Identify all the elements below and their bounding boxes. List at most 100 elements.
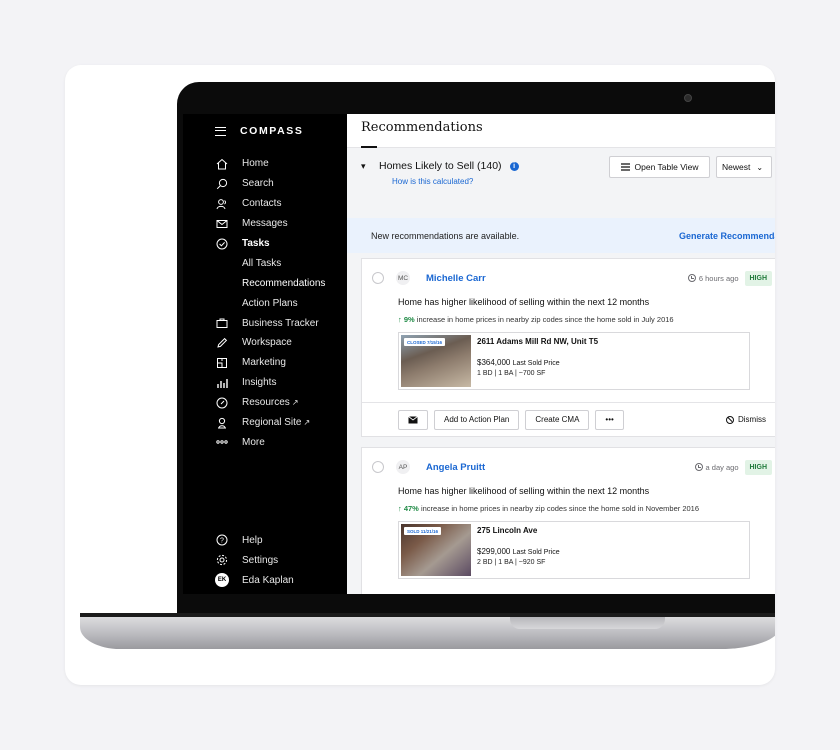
gear-icon	[215, 553, 229, 567]
collapse-chevron-icon[interactable]: ▾	[361, 161, 371, 172]
chevron-down-icon: ⌄	[756, 162, 764, 172]
contact-name-link[interactable]: Michelle Carr	[426, 273, 486, 284]
user-profile[interactable]: EK Eda Kaplan	[215, 570, 294, 590]
status-stamp: SOLD 11/21/16	[404, 527, 442, 535]
sidebar-item-label: Messages	[242, 218, 288, 230]
showcase-card: COMPASS Home Search Contacts Messages Ta…	[65, 65, 775, 685]
sidebar-subitem-all-tasks[interactable]: All Tasks	[215, 253, 347, 273]
sidebar-item-label: Search	[242, 178, 274, 190]
sidebar-item-label: Contacts	[242, 198, 282, 210]
sidebar-item-label: Help	[242, 534, 263, 546]
avatar: EK	[215, 573, 229, 588]
check-circle-icon	[215, 237, 229, 251]
recommendation-card: MC Michelle Carr 6 hours ago HIGH Home h…	[361, 258, 775, 437]
main-content: Recommendations ▾ Homes Likely to Sell (…	[347, 114, 775, 594]
likelihood-badge: HIGH	[744, 270, 772, 286]
property-card[interactable]: CLOSED 7/15/16 2611 Adams Mill Rd NW, Un…	[398, 332, 750, 390]
user-name: Eda Kaplan	[242, 574, 294, 586]
property-photo: SOLD 11/21/16	[401, 524, 471, 576]
sidebar-item-resources[interactable]: Resources ↗	[215, 393, 347, 413]
laptop-frame: COMPASS Home Search Contacts Messages Ta…	[177, 82, 775, 622]
sidebar-item-regional-site[interactable]: Regional Site ↗	[215, 413, 347, 433]
generate-recommendations-link[interactable]: Generate Recommendations	[679, 231, 775, 241]
property-card[interactable]: SOLD 11/21/16 275 Lincoln Ave $299,000 L…	[398, 521, 750, 579]
price-label: Last Sold Price	[512, 360, 560, 367]
add-to-action-plan-button[interactable]: Add to Action Plan	[434, 409, 520, 430]
list-icon	[620, 163, 630, 171]
marketing-icon	[215, 356, 229, 370]
info-icon[interactable]: i	[509, 161, 519, 171]
sidebar-item-marketing[interactable]: Marketing	[215, 353, 347, 373]
sidebar-item-contacts[interactable]: Contacts	[215, 194, 347, 214]
mail-icon	[215, 217, 229, 231]
price: $299,000 Last Sold Price	[477, 547, 560, 556]
headline: Home has higher likelihood of selling wi…	[398, 486, 650, 496]
price: $364,000 Last Sold Price	[477, 358, 598, 367]
laptop-notch	[510, 617, 665, 629]
more-options-button[interactable]: •••	[595, 409, 624, 430]
detail-text: increase in home prices in nearby zip co…	[418, 504, 700, 513]
contact-initials: AP	[396, 460, 410, 474]
timestamp-text: 6 hours ago	[698, 273, 739, 283]
bar-chart-icon	[215, 376, 229, 390]
percent-change: ↑ 9%	[398, 315, 415, 324]
sidebar-item-label: Business Tracker	[242, 317, 319, 329]
open-table-view-label: Open Table View	[634, 162, 699, 172]
svg-text:?: ?	[220, 538, 224, 545]
more-dots-icon	[215, 435, 229, 449]
sidebar-item-messages[interactable]: Messages	[215, 214, 347, 234]
page-title: Recommendations	[361, 120, 483, 135]
search-icon	[215, 177, 229, 191]
price-change-detail: ↑ 9% increase in home prices in nearby z…	[398, 315, 775, 324]
price-label: Last Sold Price	[512, 549, 560, 556]
sidebar-bottom: ? Help Settings EK Eda Kaplan	[215, 530, 294, 590]
new-recommendations-banner: New recommendations are available. Gener…	[347, 218, 775, 253]
sort-value: Newest	[722, 162, 751, 172]
sidebar-item-tasks[interactable]: Tasks	[215, 234, 347, 254]
create-cma-button[interactable]: Create CMA	[525, 409, 590, 430]
likelihood-badge: HIGH	[744, 459, 772, 475]
card-actions: Add to Action Plan Create CMA ••• Dismis…	[362, 402, 775, 436]
home-icon	[215, 157, 229, 171]
sidebar-item-workspace[interactable]: Workspace	[215, 333, 347, 353]
sidebar-item-settings[interactable]: Settings	[215, 550, 294, 570]
open-table-view-button[interactable]: Open Table View	[609, 156, 710, 178]
external-link-icon: ↗	[303, 418, 311, 428]
pen-icon	[215, 336, 229, 350]
compass-logo[interactable]: COMPASS	[240, 125, 304, 137]
recommendation-card: AP Angela Pruitt a day ago HIGH Home has…	[361, 447, 775, 594]
clock-icon	[687, 274, 696, 282]
ban-icon	[726, 415, 734, 424]
contact-name-link[interactable]: Angela Pruitt	[426, 462, 485, 473]
mail-icon	[408, 415, 418, 423]
camera-dot	[684, 94, 692, 102]
price-change-detail: ↑ 47% increase in home prices in nearby …	[398, 504, 775, 513]
sidebar-subitem-action-plans[interactable]: Action Plans	[215, 293, 347, 313]
sidebar-item-label: Tasks	[242, 238, 270, 249]
compass-icon	[215, 396, 229, 410]
select-radio[interactable]	[372, 461, 384, 473]
property-specs: 1 BD | 1 BA | ~700 SF	[477, 370, 546, 377]
regional-icon	[215, 416, 229, 430]
sort-select[interactable]: Newest ⌄	[716, 156, 772, 178]
property-photo: CLOSED 7/15/16	[401, 335, 471, 387]
sidebar-item-more[interactable]: More	[215, 432, 347, 452]
how-calculated-link[interactable]: How is this calculated?	[392, 177, 775, 186]
sidebar-item-label: Regional Site	[242, 417, 302, 429]
select-radio[interactable]	[372, 272, 384, 284]
dismiss-button[interactable]: Dismiss	[726, 415, 766, 424]
sidebar-item-home[interactable]: Home	[215, 154, 347, 174]
sidebar-item-business-tracker[interactable]: Business Tracker	[215, 313, 347, 333]
sidebar-item-insights[interactable]: Insights	[215, 373, 347, 393]
sidebar-subitem-recommendations[interactable]: Recommendations	[215, 273, 347, 293]
banner-text: New recommendations are available.	[371, 230, 520, 241]
menu-icon[interactable]	[215, 126, 226, 136]
email-button[interactable]	[398, 409, 428, 430]
app-screen: COMPASS Home Search Contacts Messages Ta…	[183, 114, 775, 594]
sidebar-item-help[interactable]: ? Help	[215, 530, 294, 550]
clock-icon	[694, 463, 703, 471]
sidebar-item-label: Resources	[242, 397, 290, 409]
sidebar-item-label: Home	[242, 158, 269, 170]
top-bar: Recommendations	[347, 114, 775, 148]
sidebar-item-search[interactable]: Search	[215, 174, 347, 194]
